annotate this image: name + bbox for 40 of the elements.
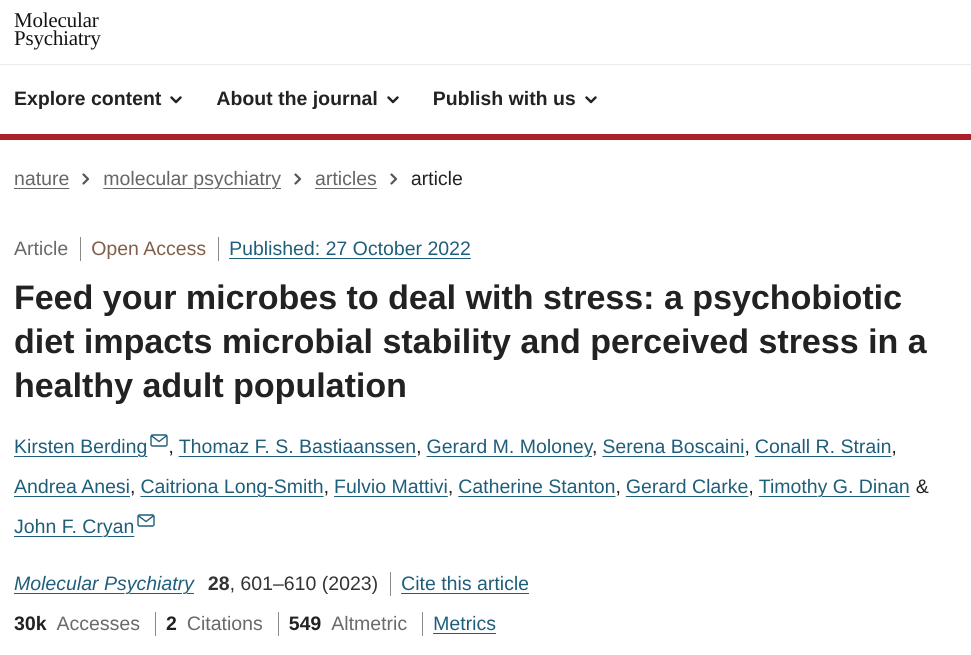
breadcrumb-current: article [410, 167, 463, 191]
author-link[interactable]: Serena Boscaini [602, 436, 744, 458]
breadcrumb-link[interactable]: nature [14, 167, 70, 191]
author-link[interactable]: Conall R. Strain [754, 436, 892, 458]
breadcrumb-link[interactable]: molecular psychiatry [103, 167, 282, 191]
author-link[interactable]: Fulvio Mattivi [334, 476, 448, 498]
envelope-icon[interactable] [150, 434, 168, 447]
nav-menu-button[interactable]: Explore content [14, 88, 182, 111]
metric-stat: 2 Citations [166, 612, 263, 636]
nav-menu-button[interactable]: About the journal [216, 88, 399, 111]
author-link[interactable]: Timothy G. Dinan [758, 476, 910, 498]
author-link[interactable]: Andrea Anesi [14, 476, 130, 498]
chevron-down-icon [584, 96, 597, 104]
author-link[interactable]: Gerard Clarke [626, 476, 748, 498]
article-type: Article [14, 237, 68, 261]
author-link[interactable]: Kirsten Berding [14, 436, 148, 458]
article-title: Feed your microbes to deal with stress: a psychobiotic diet impacts microbial stability and perceived stress in a healthy adult population [14, 278, 928, 407]
author-list: Kirsten Berding , Thomaz F. S. Bastiaanssen, Gerard M. Moloney, Serena Boscaini, Conall R. Strain, Andrea Anesi, Caitriona Long-Smith, Fulvio Mattivi, Catherine Stanton, Gerard Clarke, Timothy G. Dinan & John F. Cryan [14, 427, 957, 547]
breadcrumb-link[interactable]: articles [315, 167, 377, 191]
chevron-right-icon [82, 173, 90, 185]
envelope-icon[interactable] [137, 514, 156, 527]
open-access-label: Open Access [91, 237, 206, 261]
journal-logo[interactable]: Molecular Psychiatry [14, 11, 101, 47]
journal-link[interactable]: Molecular Psychiatry [14, 572, 194, 596]
nav-menu-button[interactable]: Publish with us [432, 88, 597, 111]
cite-article-link[interactable]: Cite this article [401, 572, 530, 596]
citation-details: 28, 601–610 (2023) [208, 572, 378, 596]
author-link[interactable]: Catherine Stanton [458, 476, 616, 498]
chevron-down-icon [386, 96, 399, 104]
published-date-link[interactable]: Published: 27 October 2022 [229, 237, 471, 261]
author-link[interactable]: Gerard M. Moloney [426, 436, 592, 458]
metric-stat: 549 Altmetric [288, 612, 408, 636]
author-link[interactable]: John F. Cryan [14, 516, 134, 538]
author-link[interactable]: Caitriona Long-Smith [140, 476, 324, 498]
chevron-right-icon [294, 173, 302, 185]
metric-stat: 30k Accesses [14, 612, 140, 636]
author-link[interactable]: Thomaz F. S. Bastiaanssen [178, 436, 416, 458]
chevron-down-icon [170, 96, 182, 104]
metrics-link[interactable]: Metrics [433, 612, 496, 636]
chevron-right-icon [390, 173, 398, 185]
